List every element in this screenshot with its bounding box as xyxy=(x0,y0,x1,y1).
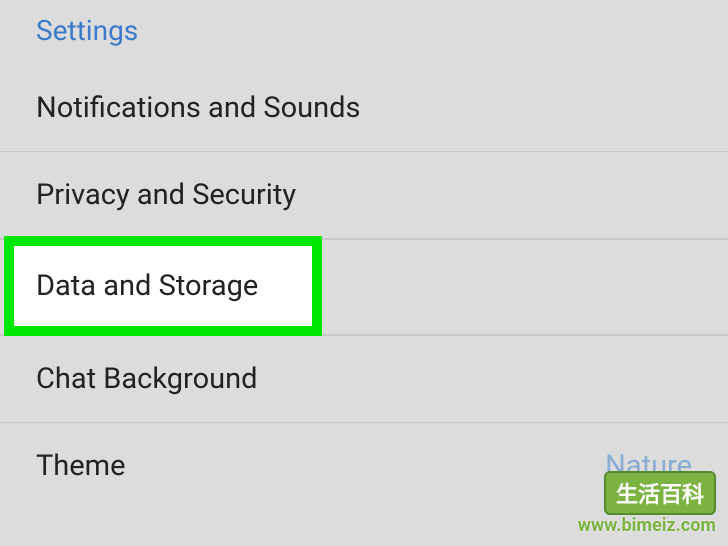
settings-item-privacy[interactable]: Privacy and Security xyxy=(0,152,728,239)
settings-item-chat-background[interactable]: Chat Background xyxy=(0,336,728,423)
settings-item-label: Chat Background xyxy=(36,362,257,396)
watermark-url: www.bimeiz.com xyxy=(578,515,716,536)
settings-item-data-storage-wrap: Data and Storage Data and Storage xyxy=(0,239,728,336)
watermark-badge: 生活百科 xyxy=(604,471,716,515)
highlight-box: Data and Storage xyxy=(4,236,322,336)
settings-item-notifications[interactable]: Notifications and Sounds xyxy=(0,65,728,152)
settings-section-header: Settings xyxy=(0,0,728,65)
settings-item-label: Data and Storage xyxy=(36,269,258,303)
settings-item-label: Theme xyxy=(36,449,125,483)
watermark: 生活百科 www.bimeiz.com xyxy=(578,471,716,536)
settings-item-label: Privacy and Security xyxy=(36,178,296,212)
settings-item-label: Notifications and Sounds xyxy=(36,91,360,125)
